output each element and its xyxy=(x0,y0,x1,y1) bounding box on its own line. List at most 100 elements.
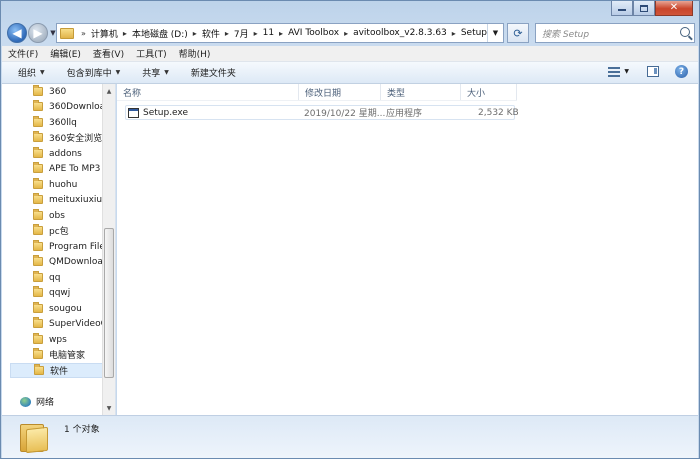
include-in-library-button[interactable]: 包含到库中 ▼ xyxy=(67,66,121,79)
folder-icon xyxy=(60,27,74,39)
breadcrumb-item[interactable]: 软件 xyxy=(202,27,220,40)
nav-folder-item[interactable]: qq xyxy=(33,270,105,285)
nav-folder-item-selected[interactable]: 软件 xyxy=(10,363,106,378)
chevron-right-icon[interactable]: ▸ xyxy=(225,29,229,38)
nav-folder-item[interactable]: QMDownload xyxy=(33,254,105,269)
nav-folder-item[interactable]: APE To MP3 P xyxy=(33,161,105,176)
minimize-icon xyxy=(618,6,626,11)
breadcrumb-item[interactable]: avitoolbox_v2.8.3.63 xyxy=(353,28,447,38)
address-history-dropdown[interactable]: ▼ xyxy=(487,24,503,42)
nav-folder-item[interactable]: huohu xyxy=(33,177,105,192)
column-header-modified[interactable]: 修改日期 xyxy=(299,84,381,100)
details-pane: 1 个对象 xyxy=(2,415,698,458)
folder-icon xyxy=(33,147,43,158)
minimize-button[interactable] xyxy=(611,1,633,16)
chevron-right-icon[interactable]: ▸ xyxy=(344,29,348,38)
breadcrumb: » 计算机 ▸ 本地磁盘 (D:) ▸ 软件 ▸ 7月 ▸ 11 ▸ AVI T… xyxy=(76,27,487,40)
back-arrow-icon: ◀ xyxy=(12,26,22,40)
include-label: 包含到库中 xyxy=(66,69,112,79)
exe-icon xyxy=(128,107,139,118)
maximize-button[interactable] xyxy=(633,1,655,16)
file-size-cell: 2,532 KB xyxy=(478,107,519,118)
address-controls: ▼ xyxy=(487,24,503,42)
nav-network-item[interactable]: 网络 xyxy=(20,395,54,408)
chevron-right-icon[interactable]: » xyxy=(81,29,86,38)
network-label: 网络 xyxy=(36,398,55,408)
file-name-cell: Setup.exe xyxy=(128,106,188,119)
menu-tools[interactable]: 工具(T) xyxy=(136,47,167,60)
menu-help[interactable]: 帮助(H) xyxy=(179,47,211,60)
view-options-icon[interactable] xyxy=(608,66,621,77)
table-row[interactable]: Setup.exe 2019/10/22 星期... 应用程序 2,532 KB xyxy=(125,105,519,120)
search-input[interactable]: 搜索 Setup xyxy=(535,23,695,43)
item-count: 1 个对象 xyxy=(64,425,100,435)
refresh-icon: ⟳ xyxy=(513,26,523,40)
toolbar-right: ▼ ? xyxy=(608,65,688,78)
column-header-type[interactable]: 类型 xyxy=(381,84,461,100)
navigation-pane: 360 360Downloads 360llq 360安全浏览器 addons … xyxy=(2,84,116,415)
back-button[interactable]: ◀ xyxy=(7,23,27,43)
close-button[interactable]: ✕ xyxy=(655,1,693,16)
refresh-button[interactable]: ⟳ xyxy=(507,23,529,43)
folder-icon xyxy=(33,100,43,111)
nav-folder-item[interactable]: wps xyxy=(33,332,105,347)
folder-icon xyxy=(33,333,43,344)
scroll-down-icon[interactable]: ▼ xyxy=(103,402,115,414)
breadcrumb-item[interactable]: 计算机 xyxy=(91,27,118,40)
chevron-down-icon: ▼ xyxy=(40,69,45,76)
breadcrumb-item[interactable]: 11 xyxy=(263,28,274,38)
column-header-name[interactable]: 名称 xyxy=(117,84,299,100)
breadcrumb-item[interactable]: Setup xyxy=(461,28,487,38)
nav-folder-item[interactable]: qqwj xyxy=(33,285,105,300)
chevron-down-icon: ▼ xyxy=(164,69,169,76)
organize-button[interactable]: 组织 ▼ xyxy=(18,66,45,79)
folder-icon xyxy=(33,85,43,96)
menu-edit[interactable]: 编辑(E) xyxy=(50,47,81,60)
nav-folder-item[interactable]: Program Files xyxy=(33,239,105,254)
chevron-right-icon[interactable]: ▸ xyxy=(254,29,258,38)
folder-icon xyxy=(33,271,43,282)
nav-folder-item[interactable]: SuperVideoCa xyxy=(33,316,105,331)
share-button[interactable]: 共享 ▼ xyxy=(142,66,169,79)
nav-folder-item[interactable]: pc包 xyxy=(33,223,105,238)
file-list: 名称 修改日期 类型 大小 Setup.exe 2019/10/22 星期...… xyxy=(117,84,698,415)
nav-folder-item[interactable]: sougou xyxy=(33,301,105,316)
forward-button[interactable]: ▶ xyxy=(28,23,48,43)
nav-folder-item[interactable]: meituxiuxiu xyxy=(33,192,105,207)
chevron-down-icon[interactable]: ▼ xyxy=(624,68,629,75)
network-icon xyxy=(20,396,31,407)
nav-folder-item[interactable]: addons xyxy=(33,146,105,161)
breadcrumb-item[interactable]: 本地磁盘 (D:) xyxy=(132,27,188,40)
nav-folder-item[interactable]: 360Downloads xyxy=(33,99,105,114)
menu-view[interactable]: 查看(V) xyxy=(93,47,124,60)
column-header-size[interactable]: 大小 xyxy=(461,84,517,100)
help-icon[interactable]: ? xyxy=(675,65,688,78)
nav-folder-item[interactable]: obs xyxy=(33,208,105,223)
nav-folder-item[interactable]: 360 xyxy=(33,84,105,99)
header-divider xyxy=(117,100,517,101)
window-controls: ✕ xyxy=(611,1,693,16)
search-icon[interactable] xyxy=(680,27,690,37)
new-folder-button[interactable]: 新建文件夹 xyxy=(191,66,236,79)
scroll-up-icon[interactable]: ▲ xyxy=(103,85,115,97)
close-icon: ✕ xyxy=(669,2,679,13)
preview-pane-icon[interactable] xyxy=(647,66,659,77)
nav-folder-item[interactable]: 360llq xyxy=(33,115,105,130)
chevron-down-icon: ▼ xyxy=(115,69,121,76)
scrollbar-thumb[interactable] xyxy=(104,228,114,378)
breadcrumb-item[interactable]: AVI Toolbox xyxy=(288,28,339,38)
chevron-right-icon[interactable]: ▸ xyxy=(193,29,197,38)
nav-folder-item[interactable]: 360安全浏览器 xyxy=(33,130,105,145)
menu-file[interactable]: 文件(F) xyxy=(8,47,38,60)
navigation-bar: ◀ ▶ ▼ » 计算机 ▸ 本地磁盘 (D:) ▸ 软件 ▸ 7月 ▸ 11 ▸… xyxy=(7,21,695,45)
breadcrumb-item[interactable]: 7月 xyxy=(234,27,249,40)
nav-folder-item[interactable]: 电脑管家 xyxy=(33,347,105,362)
search-placeholder: 搜索 Setup xyxy=(542,29,590,40)
command-toolbar: 组织 ▼ 包含到库中 ▼ 共享 ▼ 新建文件夹 ▼ ? xyxy=(2,62,698,84)
file-type-cell: 应用程序 xyxy=(386,109,423,119)
chevron-right-icon[interactable]: ▸ xyxy=(123,29,127,38)
address-bar[interactable]: » 计算机 ▸ 本地磁盘 (D:) ▸ 软件 ▸ 7月 ▸ 11 ▸ AVI T… xyxy=(56,23,504,43)
navigation-scrollbar[interactable]: ▲ ▼ xyxy=(102,84,115,415)
chevron-right-icon[interactable]: ▸ xyxy=(279,29,283,38)
chevron-right-icon[interactable]: ▸ xyxy=(452,29,456,38)
